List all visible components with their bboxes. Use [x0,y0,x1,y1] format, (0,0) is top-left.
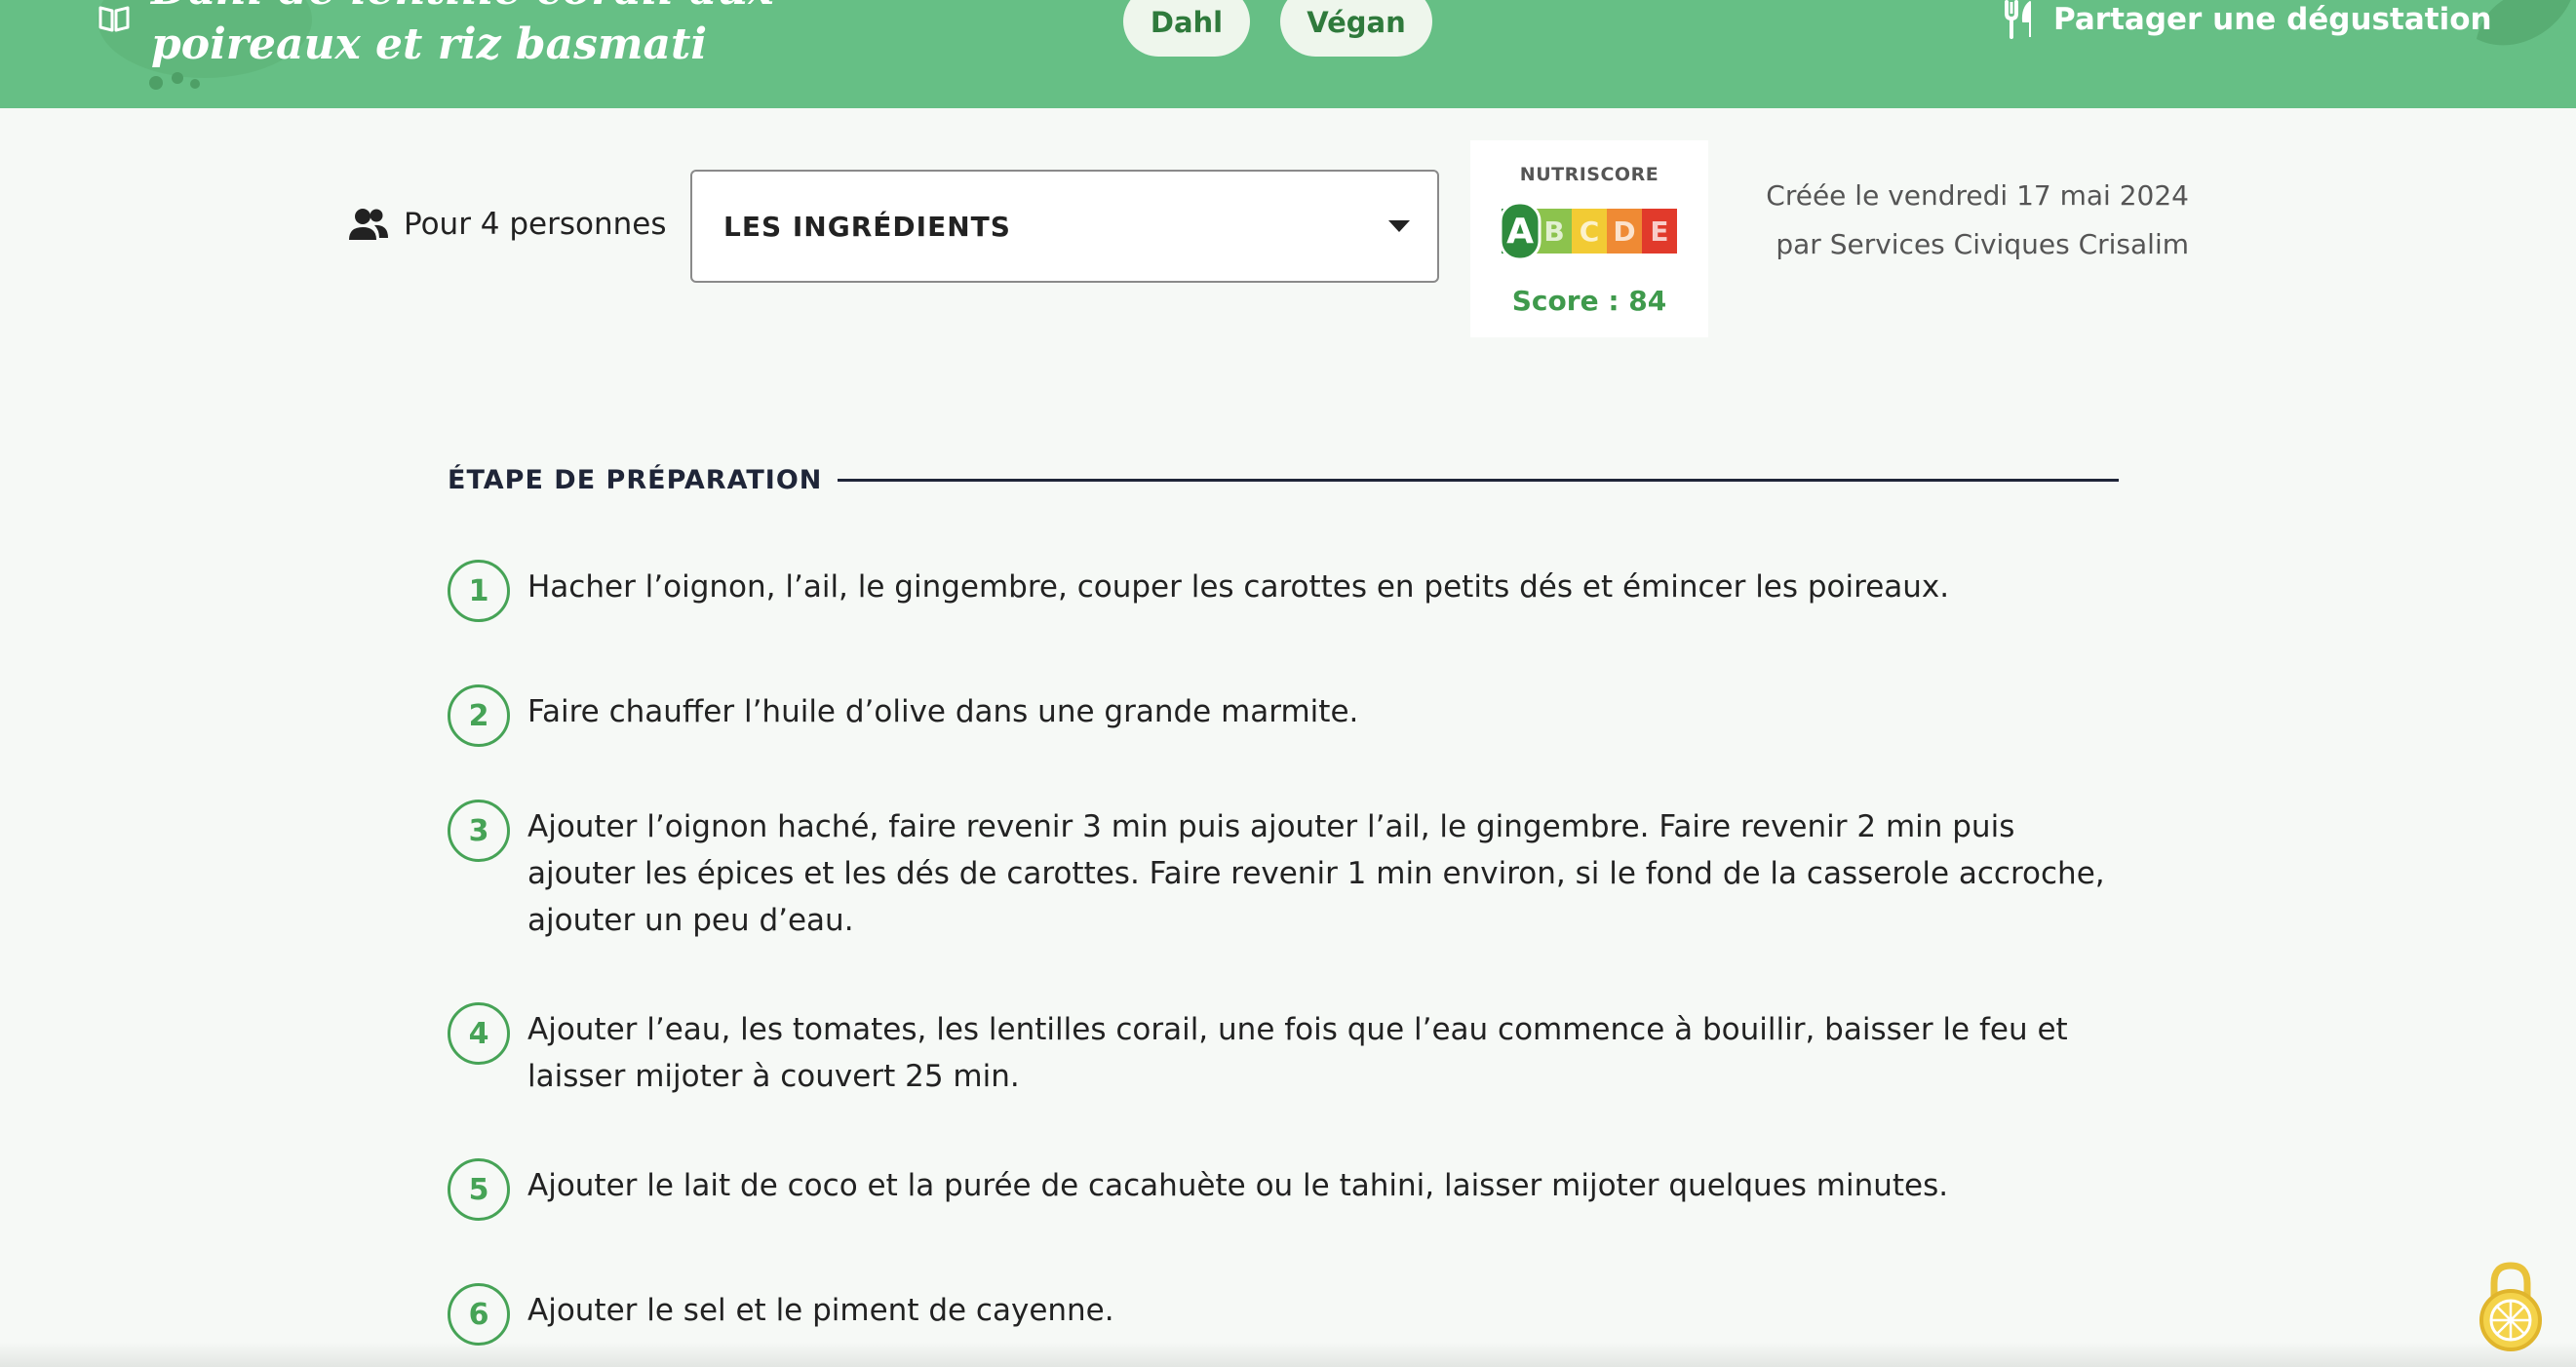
preparation-title: ÉTAPE DE PRÉPARATION [448,464,823,495]
bottom-shadow [0,1342,2576,1367]
recipe-page: Dahl de lentille corail aux poireaux et … [0,0,2576,1367]
servings-info: Pour 4 personnes [347,203,667,246]
step-number-badge: 2 [448,684,510,747]
nutriscore-grade-e: E [1650,215,1668,248]
preparation-heading: ÉTAPE DE PRÉPARATION [448,462,2119,497]
step-text: Ajouter le sel et le piment de cayenne. [527,1293,1114,1328]
nutriscore-grade-c: C [1580,215,1600,248]
step-number-badge: 1 [448,560,510,622]
step-item: 6 Ajouter le sel et le piment de cayenne… [448,1283,2125,1346]
step-text: Ajouter l’oignon haché, faire revenir 3 … [527,809,2105,938]
ingredients-dropdown[interactable]: LES INGRÉDIENTS [690,170,1439,283]
step-item: 4 Ajouter l’eau, les tomates, les lentil… [448,1002,2125,1100]
step-item: 5 Ajouter le lait de coco et la purée de… [448,1158,2125,1221]
nutriscore-grade-b: B [1543,215,1564,248]
step-item: 2 Faire chauffer l’huile d’olive dans un… [448,684,2125,747]
nutriscore-scale: ABCDE [1502,203,1677,259]
recipe-meta: Créée le vendredi 17 mai 2024 par Servic… [1716,172,2189,269]
tag-dahl[interactable]: Dahl [1123,0,1250,57]
step-item: 1 Hacher l’oignon, l’ail, le gingembre, … [448,560,2125,622]
fork-knife-icon [2005,0,2031,39]
step-text: Faire chauffer l’huile d’olive dans une … [527,694,1359,729]
servings-label: Pour 4 personnes [404,207,667,242]
step-text: Ajouter l’eau, les tomates, les lentille… [527,1012,2068,1094]
ingredients-dropdown-label: LES INGRÉDIENTS [723,210,1011,243]
nutriscore-card: NUTRISCORE ABCDE Score : 84 [1470,140,1708,337]
nutriscore-title: NUTRISCORE [1519,164,1659,185]
share-label: Partager une dégustation [2053,2,2492,37]
heading-divider [838,478,2119,482]
step-number-badge: 3 [448,800,510,862]
step-number-badge: 5 [448,1158,510,1221]
caret-down-icon [1388,220,1410,232]
created-date: Créée le vendredi 17 mai 2024 [1766,179,2189,212]
tag-vegan[interactable]: Végan [1280,0,1432,57]
recipe-header: Dahl de lentille corail aux poireaux et … [0,0,2576,108]
recipe-title: Dahl de lentille corail aux poireaux et … [151,0,774,69]
book-icon [98,6,130,32]
step-item: 3 Ajouter l’oignon haché, faire revenir … [448,800,2125,944]
author-line: par Services Civiques Crisalim [1776,228,2189,260]
nutriscore-grade-a: A [1506,212,1534,252]
lock-icon[interactable] [2477,1256,2545,1353]
people-icon [349,209,388,240]
step-number-badge: 4 [448,1002,510,1065]
share-tasting-button[interactable]: Partager une dégustation [2003,0,2492,39]
nutriscore-value: Score : 84 [1511,285,1667,317]
step-text: Ajouter le lait de coco et la purée de c… [527,1168,1949,1203]
step-text: Hacher l’oignon, l’ail, le gingembre, co… [527,569,1950,605]
nutriscore-grade-d: D [1613,215,1635,248]
step-number-badge: 6 [448,1283,510,1346]
